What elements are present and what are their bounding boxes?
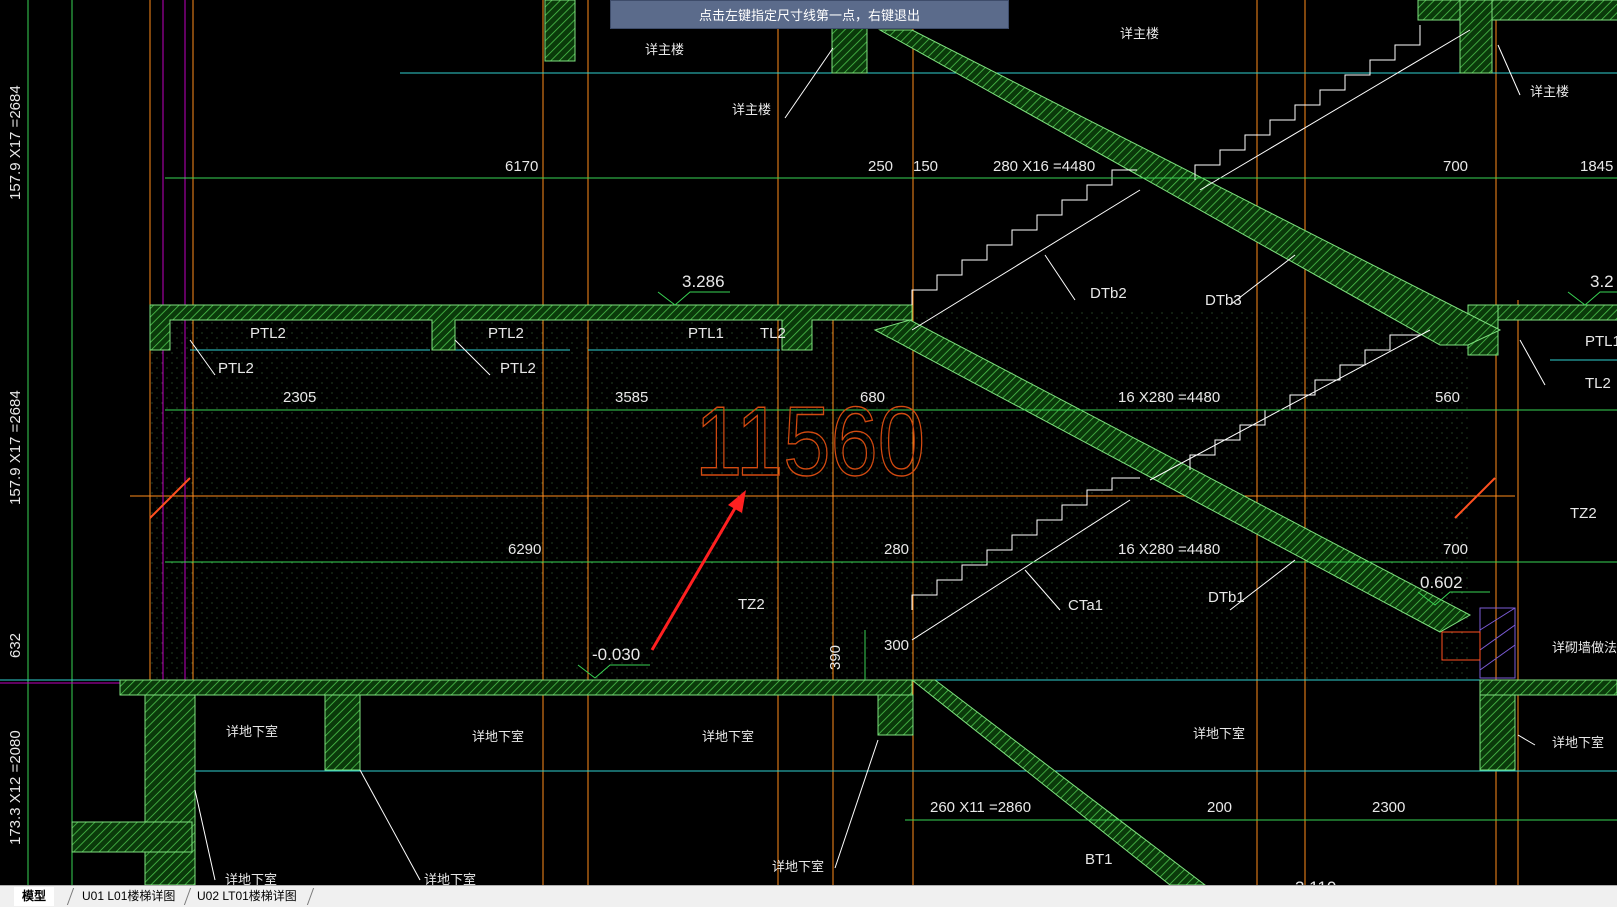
dim-200: 200: [1207, 799, 1232, 816]
label-detail-basement-3: 详地下室: [702, 729, 754, 744]
dim-560: 560: [1435, 389, 1460, 406]
cad-drawing-canvas[interactable]: 11560 6170 250 150 280 X16 =4480 700 184…: [0, 0, 1617, 906]
dim-2300: 2300: [1372, 799, 1405, 816]
command-prompt-banner: 点击左键指定尺寸线第一点，右键退出: [610, 0, 1009, 29]
dim-390: 390: [827, 645, 844, 670]
dim-16x280-a: 16 X280 =4480: [1118, 389, 1220, 406]
label-ptl2-b: PTL2: [488, 325, 524, 342]
label-detail-main-1: 详主楼: [645, 42, 684, 57]
dim-vertical-2: 157.9 X17 =2684: [7, 390, 24, 505]
dim-300: 300: [884, 637, 909, 654]
label-detail-basement-5: 详地下室: [1552, 735, 1604, 750]
dim-280: 280: [884, 541, 909, 558]
label-masonry-detail: 详砌墙做法: [1552, 640, 1617, 655]
label-detail-main-3: 详主楼: [732, 102, 771, 117]
dim-6170: 6170: [505, 158, 538, 175]
dim-vertical-3: 632: [7, 633, 24, 658]
label-detail-basement-1: 详地下室: [226, 724, 278, 739]
dim-6290: 6290: [508, 541, 541, 558]
label-ptl1-b: PTL1: [1585, 333, 1617, 350]
dim-vertical-1: 157.9 X17 =2684: [7, 85, 24, 200]
label-tz2-b: TZ2: [1570, 505, 1597, 522]
elevation-32: 3.2: [1590, 272, 1614, 291]
elevation-3286: 3.286: [682, 272, 725, 291]
label-detail-basement-2: 详地下室: [472, 729, 524, 744]
label-detail-basement-6: 详地下室: [772, 859, 824, 874]
dim-2305: 2305: [283, 389, 316, 406]
elevation-minus-0030: -0.030: [592, 645, 640, 664]
label-tl2-b: TL2: [1585, 375, 1611, 392]
label-detail-basement-4: 详地下室: [1193, 726, 1245, 741]
dim-280x16-a: 280 X16 =4480: [993, 158, 1095, 175]
label-tl2-a: TL2: [760, 325, 786, 342]
dim-700-b: 700: [1443, 541, 1468, 558]
label-ptl1-a: PTL1: [688, 325, 724, 342]
tab-model[interactable]: 模型: [14, 887, 55, 906]
label-cta1: CTa1: [1068, 597, 1103, 614]
big-dimension-text: 11560: [695, 386, 925, 496]
label-bt1: BT1: [1085, 851, 1113, 868]
label-detail-main-2: 详主楼: [1120, 26, 1159, 41]
label-tz2-a: TZ2: [738, 596, 765, 613]
dim-250: 250: [868, 158, 893, 175]
dim-1845: 1845: [1580, 158, 1613, 175]
dim-700-a: 700: [1443, 158, 1468, 175]
label-dtb3: DTb3: [1205, 292, 1242, 309]
label-dtb1: DTb1: [1208, 589, 1245, 606]
dim-150: 150: [913, 158, 938, 175]
elevation-0602: 0.602: [1420, 573, 1463, 592]
dim-3585: 3585: [615, 389, 648, 406]
tab-u02-stair-detail[interactable]: U02 LT01楼梯详图: [189, 887, 305, 906]
dim-680: 680: [860, 389, 885, 406]
tab-separator: [306, 888, 315, 905]
label-ptl2-a: PTL2: [250, 325, 286, 342]
dim-vertical-4: 173.3 X12 =2080: [7, 730, 24, 845]
label-ptl2-c: PTL2: [218, 360, 254, 377]
dim-16x280-b: 16 X280 =4480: [1118, 541, 1220, 558]
layout-tab-bar: 模型 U01 L01楼梯详图 U02 LT01楼梯详图: [0, 885, 1617, 907]
dim-260x11: 260 X11 =2860: [930, 799, 1031, 816]
tab-u01-stair-detail[interactable]: U01 L01楼梯详图: [74, 887, 183, 906]
label-ptl2-d: PTL2: [500, 360, 536, 377]
label-dtb2: DTb2: [1090, 285, 1127, 302]
label-detail-main-4: 详主楼: [1530, 84, 1569, 99]
